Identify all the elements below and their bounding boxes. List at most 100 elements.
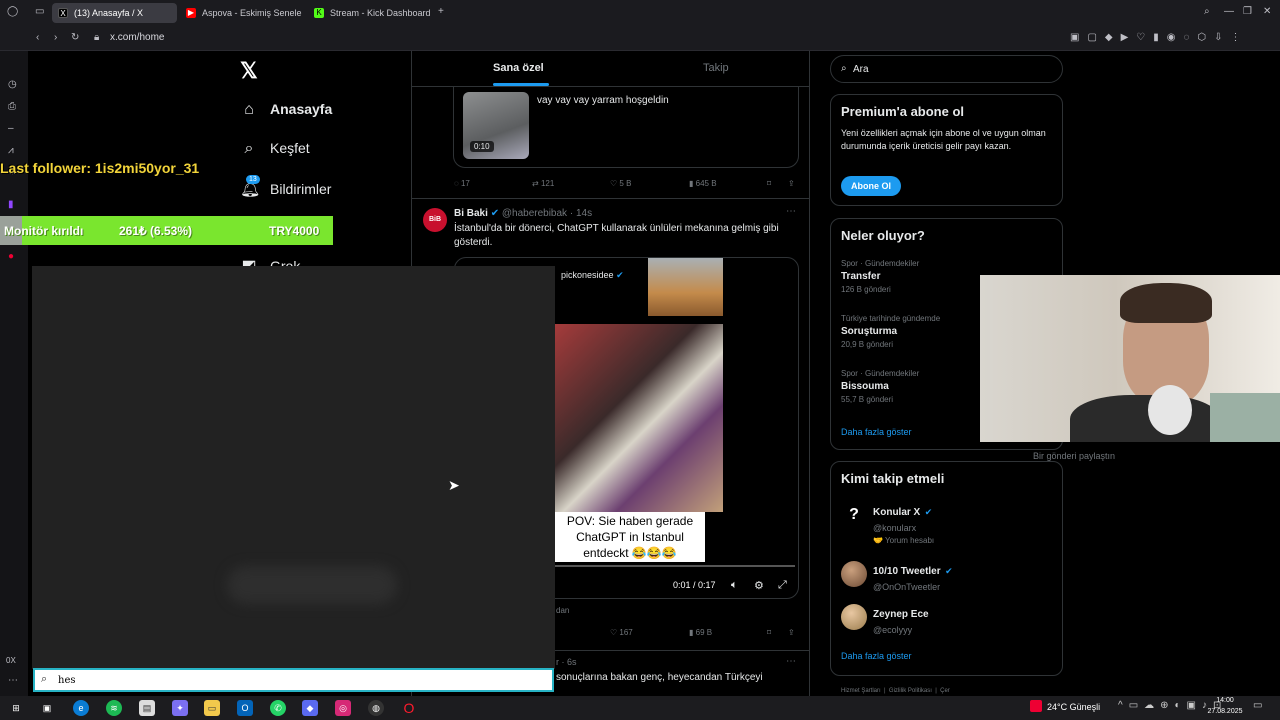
more-icon[interactable]: ⋯	[786, 206, 796, 217]
fullscreen-icon[interactable]: ⤢	[778, 579, 787, 592]
follow-name: 10/10 Tweetler	[873, 566, 941, 577]
forward-icon[interactable]: ›	[54, 32, 57, 44]
tab-following[interactable]: Takip	[703, 62, 729, 74]
address-bar: ‹ › ↻ 🔒︎ ▣▢◆▶♡▮◉◌⬡⇩⋮	[0, 25, 1280, 51]
follow-item[interactable]: Zeynep Ece @ecolyyy	[873, 604, 929, 635]
reply-button[interactable]: ◌ 17	[454, 179, 470, 188]
url-text[interactable]: x.com/home	[110, 32, 164, 43]
author-handle[interactable]: @haberebibak · 14s	[502, 208, 592, 219]
outlook-icon[interactable]: O	[237, 700, 253, 716]
clock-time[interactable]: 14:00	[1205, 697, 1245, 704]
close-icon[interactable]: ✕	[1263, 6, 1271, 18]
share-icon[interactable]: ⇪	[788, 628, 795, 637]
trends-show-more[interactable]: Daha fazla göster	[841, 427, 912, 437]
trend-item[interactable]: Spor · Gündemdekiler Transfer 126 B gönd…	[841, 259, 919, 294]
start-icon[interactable]: ⊞	[8, 700, 24, 716]
task-view-icon[interactable]: ▣	[39, 700, 55, 716]
ticker-name: Monitör kırıldı	[4, 224, 84, 238]
nav-home[interactable]: ⌂ Anasayfa	[240, 101, 332, 119]
tab-kick[interactable]: K Stream - Kick Dashboard	[308, 3, 433, 23]
kick-icon: K	[314, 8, 324, 18]
edge-icon[interactable]: e	[73, 700, 89, 716]
extension-icon[interactable]: 0X	[6, 655, 16, 667]
history-icon[interactable]: ◷	[8, 79, 17, 91]
avatar[interactable]	[841, 561, 867, 587]
tab-youtube[interactable]: ▶ Aspova - Eskimiş Seneler	[180, 3, 302, 23]
trend-count: 126 B gönderi	[841, 285, 891, 294]
minimize-icon[interactable]: —	[1224, 6, 1234, 18]
x-logo-icon: X	[58, 8, 68, 18]
share-icon[interactable]: ⇪	[788, 179, 795, 188]
start-search-bar[interactable]: ⌕ hes	[33, 668, 554, 692]
video-progress[interactable]	[555, 565, 795, 567]
tab-x-home[interactable]: X (13) Anasayfa / X	[52, 3, 177, 23]
trend-item[interactable]: Spor · Gündemdekiler Bissouma 55,7 B gön…	[841, 369, 919, 404]
like-button[interactable]: ♡ 5 B	[610, 179, 631, 188]
footer-links[interactable]: Hizmet Şartları | Gizlilik Politikası | …	[841, 688, 950, 694]
search-icon[interactable]: ⌕	[1204, 6, 1210, 18]
avatar[interactable]: BiB	[423, 208, 447, 232]
home-icon: ⌂	[244, 101, 254, 118]
print-icon[interactable]: ⎙	[8, 101, 16, 113]
restore-icon[interactable]: ❐	[1243, 6, 1252, 18]
whatsapp-icon[interactable]: ✆	[270, 700, 286, 716]
tool-icon[interactable]: ⩘	[8, 145, 14, 157]
spotify-icon[interactable]: ≋	[106, 700, 122, 716]
follow-item[interactable]: Konular X ✔ @konularx 🤝 Yorum hesabı	[873, 502, 934, 545]
x-logo-icon[interactable]: 𝕏	[240, 58, 258, 84]
obs-icon[interactable]: ◍	[368, 700, 384, 716]
browser-menu-icon[interactable]: ◯	[7, 6, 18, 18]
search-input[interactable]: Ara	[853, 64, 869, 75]
follow-show-more[interactable]: Daha fazla göster	[841, 651, 912, 661]
views-button[interactable]: ▮ 645 B	[689, 179, 717, 188]
folder-icon[interactable]: ▭	[204, 700, 220, 716]
trend-item[interactable]: Türkiye tarihinde gündemde Soruşturma 20…	[841, 314, 940, 349]
settings-icon[interactable]: ⚙	[754, 579, 764, 592]
views-button[interactable]: ▮ 69 B	[689, 628, 712, 637]
record-icon[interactable]: ●	[8, 251, 14, 263]
bookmark-icon[interactable]: ⌑	[767, 628, 771, 637]
twitch-icon[interactable]: ▮	[8, 199, 14, 211]
avatar[interactable]	[841, 604, 867, 630]
copilot-icon[interactable]: ✦	[172, 700, 188, 716]
inner-user-name: pickonesidee	[561, 270, 614, 280]
verified-icon: ✔	[924, 507, 933, 517]
retweet-button[interactable]: ⇄ 121	[532, 179, 554, 188]
trend-name: Soruşturma	[841, 326, 898, 337]
more-icon[interactable]: ⋯	[8, 675, 18, 687]
app-icon[interactable]: ◆	[302, 700, 318, 716]
tab-label: Aspova - Eskimiş Seneler	[202, 8, 302, 18]
video-time: 0:01 / 0:17	[673, 580, 716, 590]
notification-icon[interactable]: ▭	[1253, 700, 1262, 711]
video-duration: 0:10	[470, 141, 494, 152]
weather-text[interactable]: 24°C Güneşli	[1047, 702, 1100, 712]
search-icon: ⌕	[244, 140, 254, 157]
dash-icon[interactable]: –	[8, 123, 14, 135]
instagram-icon[interactable]: ◎	[335, 700, 351, 716]
avatar[interactable]: ?	[841, 502, 867, 528]
search-box[interactable]: ⌕ Ara	[830, 55, 1063, 83]
follow-item[interactable]: 10/10 Tweetler ✔ @OnOnTweetler	[873, 561, 953, 592]
new-tab-icon[interactable]: +	[438, 6, 444, 18]
retweet-count: 121	[540, 179, 555, 188]
store-icon[interactable]: ▤	[139, 700, 155, 716]
trends-title: Neler oluyor?	[841, 228, 925, 243]
tab-list-icon[interactable]: ▭	[35, 6, 44, 18]
subscribe-button[interactable]: Abone Ol	[841, 176, 901, 196]
start-search-panel	[32, 266, 555, 669]
ticker-change: 261₺ (6.53%)	[119, 224, 193, 238]
author-name[interactable]: Bi Baki	[454, 208, 488, 219]
inner-user: pickonesidee ✔	[561, 270, 624, 281]
clock-date[interactable]: 27.08.2025	[1203, 708, 1247, 715]
extension-icons[interactable]: ▣▢◆▶♡▮◉◌⬡⇩⋮	[1070, 32, 1249, 44]
back-icon[interactable]: ‹	[36, 32, 39, 44]
bookmark-icon[interactable]: ⌑	[767, 179, 771, 188]
volume-icon[interactable]: 🔈︎	[731, 579, 738, 592]
reload-icon[interactable]: ↻	[71, 32, 79, 44]
tab-for-you[interactable]: Sana özel	[493, 62, 544, 74]
nav-explore[interactable]: ⌕ Keşfet	[240, 140, 310, 158]
opera-icon[interactable]: O	[401, 700, 417, 716]
search-input[interactable]: hes	[58, 675, 76, 686]
more-icon[interactable]: ⋯	[786, 656, 796, 667]
like-button[interactable]: ♡ 167	[610, 628, 633, 637]
